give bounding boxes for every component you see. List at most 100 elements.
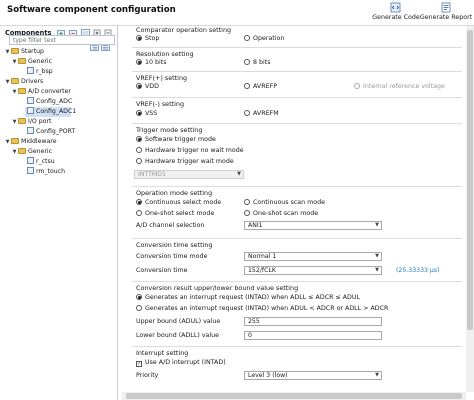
group-divider	[132, 281, 462, 282]
tree-item-middleware[interactable]: ▼ Middleware	[4, 137, 57, 147]
comparator-stop-radio[interactable]: Stop	[136, 35, 159, 43]
operation-continuous-select-radio[interactable]: Continuous select mode	[136, 199, 221, 207]
component-icon	[27, 157, 34, 164]
folder-icon	[11, 138, 19, 144]
generate-report-button[interactable]: Generate Report	[419, 2, 473, 21]
radio-checked-icon	[136, 136, 142, 142]
radio-label: Continuous select mode	[145, 199, 222, 206]
generate-code-label: Generate Code	[372, 14, 420, 21]
settings-panel: Comparator operation setting Stop Operat…	[122, 26, 466, 392]
tree-item-rm-touch[interactable]: rm_touch	[27, 167, 65, 177]
radio-icon	[136, 147, 142, 153]
radio-label: Generates an interrupt request (INTAD) w…	[145, 305, 389, 312]
vref-minus-avrefm-radio[interactable]: AVREFM	[244, 110, 279, 118]
tree-item-label: A/D converter	[28, 88, 71, 95]
comparator-operation-radio[interactable]: Operation	[244, 35, 284, 43]
tree-item-config-adc1[interactable]: Config_ADC1	[25, 107, 76, 117]
generate-code-button[interactable]: Generate Code	[369, 2, 423, 21]
tree-item-drivers[interactable]: ▼ Drivers	[4, 77, 43, 87]
select-value: 152/fCLK	[248, 267, 276, 274]
trigger-source-select[interactable]: INTTMD1 ▼	[134, 170, 244, 179]
conversion-mode-label: Conversion time mode	[136, 253, 208, 260]
radio-label: Internal reference voltage	[363, 83, 445, 90]
upper-bound-label: Upper bound (ADUL) value	[136, 318, 221, 325]
radio-icon	[244, 83, 250, 89]
tree-item-label: rm_touch	[36, 168, 66, 175]
radio-icon	[354, 83, 360, 89]
channel-selection-select[interactable]: ANI1 ▼	[244, 221, 382, 230]
operation-oneshot-scan-radio[interactable]: One-shot scan mode	[244, 210, 318, 218]
trigger-group-title: Trigger mode setting	[136, 126, 203, 134]
conversion-mode-select[interactable]: Normal 1 ▼	[244, 252, 382, 261]
chevron-down-icon[interactable]: ▼	[4, 137, 11, 147]
filter-input[interactable]	[9, 35, 115, 45]
vref-plus-avrefp-radio[interactable]: AVREFP	[244, 83, 277, 91]
tree-item-label: Drivers	[21, 78, 44, 85]
vertical-scrollbar[interactable]	[466, 26, 474, 392]
group-divider	[132, 238, 462, 239]
resolution-group-title: Resolution setting	[136, 50, 194, 58]
radio-label: Stop	[145, 35, 160, 42]
select-value: ANI1	[248, 222, 263, 229]
tree-item-generic-mw[interactable]: ▼ Generic	[11, 147, 52, 157]
chevron-down-icon: ▼	[375, 222, 379, 228]
chevron-down-icon[interactable]: ▼	[4, 47, 11, 57]
folder-icon	[18, 88, 26, 94]
operation-continuous-scan-radio[interactable]: Continuous scan mode	[244, 199, 325, 207]
trigger-hw-wait-radio[interactable]: Hardware trigger wait mode	[136, 158, 234, 166]
resolution-10bit-radio[interactable]: 10 bits	[136, 59, 167, 67]
chevron-down-icon[interactable]: ▼	[11, 147, 18, 157]
tree-item-io-port[interactable]: ▼ I/O port	[11, 117, 51, 127]
vref-minus-vss-radio[interactable]: VSS	[136, 110, 157, 118]
tree-item-ad-converter[interactable]: ▼ A/D converter	[11, 87, 71, 97]
bounds-outside-radio[interactable]: Generates an interrupt request (INTAD) w…	[136, 305, 388, 313]
tree-item-config-port[interactable]: Config_PORT	[27, 127, 75, 137]
tree-item-r-ctsu[interactable]: r_ctsu	[27, 157, 55, 167]
lower-bound-input[interactable]: 0	[244, 331, 382, 340]
radio-label: AVREFM	[253, 110, 279, 117]
tree-item-label: Config_ADC1	[36, 108, 77, 115]
use-interrupt-checkbox[interactable]: ✓ Use A/D interrupt (INTAD)	[136, 359, 226, 367]
tree-item-config-adc[interactable]: Config_ADC	[27, 97, 72, 107]
tree-item-label: Startup	[21, 48, 44, 55]
component-icon	[27, 107, 34, 114]
radio-icon	[136, 158, 142, 164]
vref-plus-vdd-radio[interactable]: VDD	[136, 83, 159, 91]
resolution-8bit-radio[interactable]: 8 bits	[244, 59, 271, 67]
scrollbar-thumb[interactable]	[467, 30, 473, 330]
tree-item-startup[interactable]: ▼ Startup	[4, 47, 44, 57]
tree-item-r-bsp[interactable]: r_bsp	[27, 67, 53, 77]
scrollbar-thumb[interactable]	[126, 393, 462, 399]
channel-selection-label: A/D channel selection	[136, 222, 205, 229]
conversion-time-note: (25.33333 μs)	[396, 267, 440, 274]
radio-label: Software trigger mode	[145, 136, 216, 143]
conversion-time-select[interactable]: 152/fCLK ▼	[244, 266, 382, 275]
radio-label: 8 bits	[253, 59, 271, 66]
radio-checked-icon	[136, 35, 142, 41]
operation-oneshot-select-radio[interactable]: One-shot select mode	[136, 210, 214, 218]
folder-icon	[18, 118, 26, 124]
radio-label: VDD	[145, 83, 160, 90]
tree-item-label: Generic	[28, 58, 52, 65]
vref-plus-internal-radio[interactable]: Internal reference voltage	[354, 83, 445, 91]
chevron-down-icon[interactable]: ▼	[11, 117, 18, 127]
radio-checked-icon	[136, 199, 142, 205]
priority-select[interactable]: Level 3 (low) ▼	[244, 371, 382, 380]
upper-bound-input[interactable]: 255	[244, 317, 382, 326]
tree-item-generic[interactable]: ▼ Generic	[11, 57, 52, 67]
radio-icon	[244, 110, 250, 116]
chevron-down-icon[interactable]: ▼	[4, 77, 11, 87]
trigger-hw-nowait-radio[interactable]: Hardware trigger no wait mode	[136, 147, 244, 155]
component-icon	[27, 167, 34, 174]
tree-item-label: Config_ADC	[36, 98, 73, 105]
bounds-inside-radio[interactable]: Generates an interrupt request (INTAD) w…	[136, 294, 360, 302]
radio-icon	[136, 210, 142, 216]
conversion-time-label: Conversion time	[136, 267, 188, 274]
chevron-down-icon[interactable]: ▼	[11, 57, 18, 67]
trigger-software-radio[interactable]: Software trigger mode	[136, 136, 216, 144]
generate-code-icon	[390, 2, 401, 13]
header-bar: Software component configuration Generat…	[0, 0, 474, 26]
chevron-down-icon[interactable]: ▼	[11, 87, 18, 97]
horizontal-scrollbar[interactable]	[122, 392, 466, 400]
checkmark-icon: ✓	[136, 361, 142, 367]
